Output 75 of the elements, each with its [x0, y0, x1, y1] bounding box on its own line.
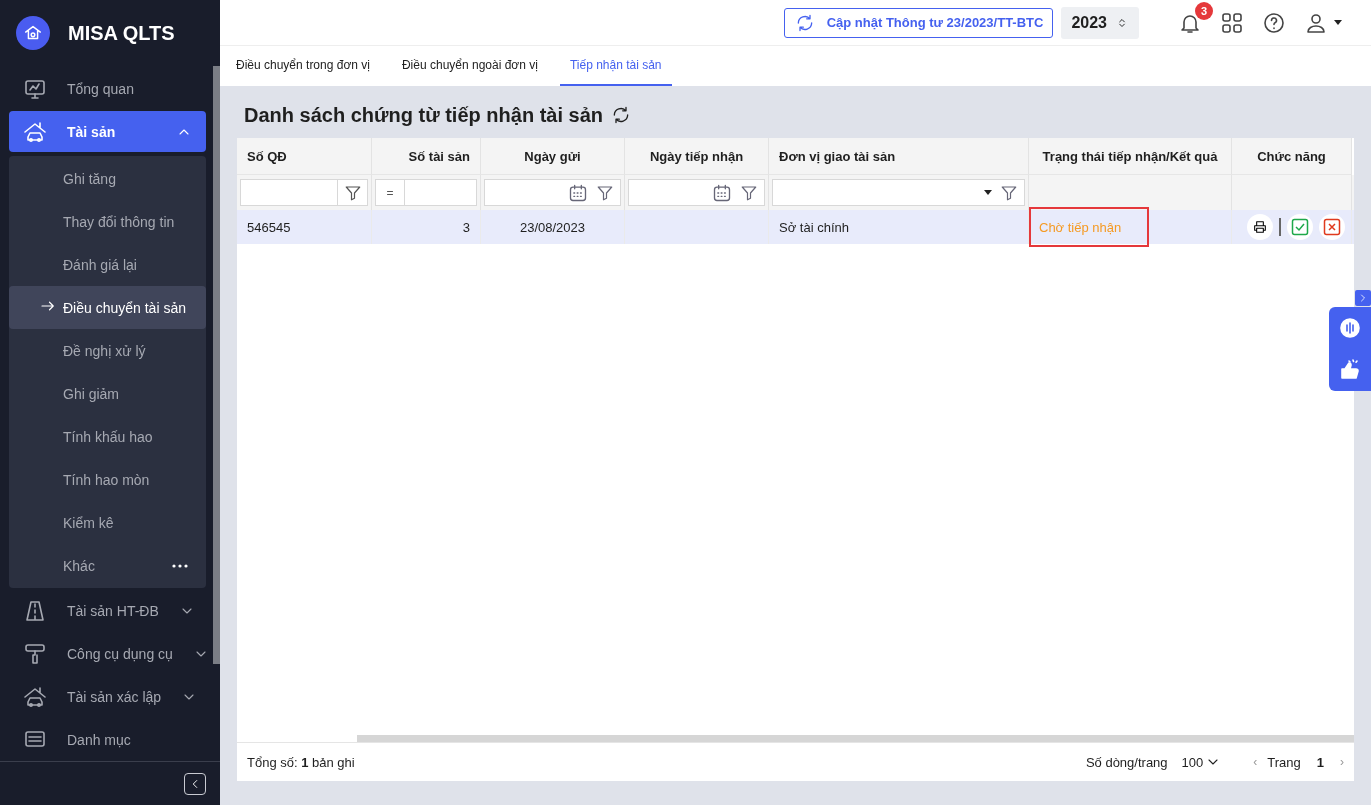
- page-label: Trang: [1267, 754, 1301, 770]
- sidebar-item[interactable]: Công cụ dụng cụ: [9, 633, 206, 675]
- filter-icon: [740, 183, 758, 202]
- submenu-item[interactable]: Đánh giá lại: [9, 243, 206, 287]
- table-row[interactable]: 546545 3 23/08/2023 Sở tài chính Chờ tiếp nhận: [237, 210, 1354, 244]
- filter-icon: [596, 183, 614, 202]
- submenu-item[interactable]: Thay đổi thông tin: [9, 200, 206, 244]
- caret-icon: [984, 190, 992, 195]
- column-header: Trạng thái tiếp nhận/Kết quả: [1029, 138, 1232, 175]
- print-button[interactable]: [1247, 214, 1273, 240]
- column-header: Ngày tiếp nhận: [625, 138, 769, 175]
- submenu-item[interactable]: Ghi giảm: [9, 372, 206, 416]
- table-cell: 546545: [247, 219, 291, 235]
- page-size-selector[interactable]: 100: [1181, 754, 1222, 770]
- tab[interactable]: Tiếp nhận tài sản: [559, 46, 672, 86]
- house-car-icon: [23, 685, 47, 710]
- paint-roller-icon: [23, 642, 47, 667]
- printer-icon: [1252, 219, 1268, 235]
- table-cell: 23/08/2023: [519, 219, 586, 235]
- filter-icon: [343, 183, 362, 202]
- column-header: Ngày gửi: [481, 138, 625, 175]
- filter-field[interactable]: [405, 179, 477, 206]
- sidebar-item[interactable]: Tổng quan: [9, 68, 206, 110]
- column-header: Đơn vị giao tài sản: [769, 138, 1029, 175]
- refresh-icon: [611, 105, 631, 125]
- close-icon: [1323, 218, 1341, 236]
- sidebar-item[interactable]: Tài sản: [9, 111, 206, 153]
- calendar-icon: [568, 182, 588, 203]
- road-icon: [23, 598, 47, 623]
- reject-button[interactable]: [1319, 214, 1345, 240]
- tab[interactable]: Điều chuyển ngoài đơn vị: [391, 46, 548, 86]
- submenu-item[interactable]: Khác: [9, 544, 206, 588]
- update-button[interactable]: Cập nhật Thông tư 23/2023/TT-BTC: [783, 7, 1054, 38]
- notification-badge: 3: [1195, 1, 1213, 20]
- app-name: MISA QLTS: [68, 21, 175, 45]
- sidebar-item[interactable]: Tài sản HT-ĐB: [9, 590, 206, 632]
- house-car-icon: [23, 119, 47, 144]
- date-filter-field[interactable]: [484, 179, 621, 206]
- next-page-button[interactable]: ›: [1340, 755, 1344, 769]
- submenu-item[interactable]: Kiểm kê: [9, 501, 206, 545]
- chat-icon: [1338, 316, 1362, 340]
- check-icon: [1291, 218, 1309, 236]
- filter-icon: [1000, 183, 1018, 202]
- grid-icon: [1220, 10, 1244, 35]
- calendar-icon: [712, 182, 732, 203]
- submenu-item[interactable]: Đề nghị xử lý: [9, 329, 206, 373]
- collapse-sidebar-button[interactable]: [184, 772, 206, 795]
- submenu-item[interactable]: Ghi tăng: [9, 157, 206, 201]
- more-icon[interactable]: [172, 563, 188, 568]
- filter-button[interactable]: [338, 179, 368, 206]
- page-title: Danh sách chứng từ tiếp nhận tài sản: [244, 103, 603, 127]
- tab[interactable]: Điều chuyển trong đơn vị: [226, 46, 380, 86]
- table-cell: Sở tài chính: [779, 219, 849, 235]
- sidebar-item[interactable]: Danh mục: [9, 719, 206, 761]
- table-cell: 3: [462, 219, 470, 235]
- dropdown-filter-field[interactable]: [772, 179, 1025, 206]
- submenu-item[interactable]: Tính hao mòn: [9, 458, 206, 502]
- page-size-label: Số dòng/trang: [1085, 754, 1168, 770]
- column-header: Chức năng: [1232, 138, 1352, 175]
- status-text: Chờ tiếp nhận: [1029, 207, 1149, 247]
- submenu-item[interactable]: Điều chuyển tài sản: [9, 286, 206, 330]
- page-number: 1: [1316, 754, 1324, 770]
- total-count: Tổng số: 1 bản ghi: [247, 754, 355, 770]
- thumbs-up-icon: [1338, 358, 1362, 382]
- year-selector[interactable]: 2023: [1061, 6, 1139, 39]
- previous-page-button[interactable]: ‹: [1253, 755, 1258, 769]
- submenu-item[interactable]: Tính khấu hao: [9, 415, 206, 459]
- accept-button[interactable]: [1287, 214, 1313, 240]
- column-header: Số tài sản: [372, 138, 481, 175]
- filter-field[interactable]: [240, 179, 338, 206]
- date-filter-field[interactable]: [628, 179, 765, 206]
- help-icon: [1262, 10, 1286, 35]
- operator-button[interactable]: =: [375, 179, 405, 206]
- column-header: Số QĐ: [237, 138, 372, 175]
- sidebar-item[interactable]: Tài sản xác lập: [9, 676, 206, 718]
